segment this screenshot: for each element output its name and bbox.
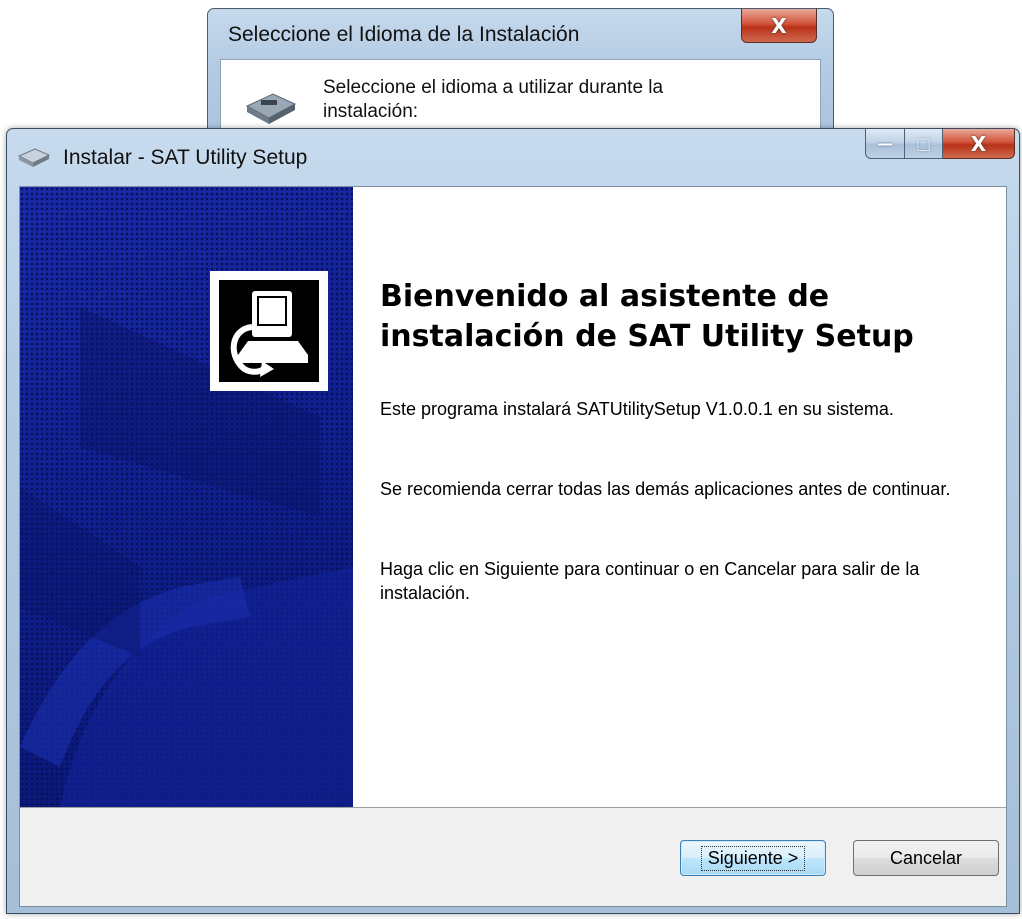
close-button[interactable]: X: [943, 129, 1015, 159]
cancel-button[interactable]: Cancelar: [853, 840, 999, 876]
welcome-paragraph: Se recomienda cerrar todas las demás apl…: [380, 479, 951, 499]
language-dialog-close-button[interactable]: X: [741, 9, 817, 43]
installer-client-area: Bienvenido al asistente de instalación d…: [19, 186, 1007, 907]
next-button-label: Siguiente >: [700, 845, 806, 871]
maximize-button[interactable]: □: [905, 129, 943, 159]
wizard-button-bar: Siguiente > Cancelar: [20, 807, 1006, 906]
installer-app-icon: [17, 147, 51, 173]
installer-disk-icon: [243, 88, 297, 132]
computer-install-icon: [230, 291, 308, 377]
welcome-paragraph: Haga clic en Siguiente para continuar o …: [380, 559, 920, 603]
maximize-icon: □: [915, 134, 932, 153]
wizard-banner: [20, 187, 353, 807]
minimize-button[interactable]: —: [865, 129, 905, 159]
welcome-heading: Bienvenido al asistente de instalación d…: [380, 279, 914, 354]
cancel-button-label: Cancelar: [889, 847, 963, 868]
installer-window-title: Instalar - SAT Utility Setup: [63, 146, 308, 169]
installer-window: Instalar - SAT Utility Setup — □ X Bienv…: [6, 128, 1020, 914]
welcome-paragraph: Este programa instalará SATUtilitySetup …: [380, 399, 894, 419]
computer-install-logo: [210, 271, 328, 391]
language-dialog-prompt: Seleccione el idioma a utilizar durante …: [323, 77, 664, 122]
installer-titlebar[interactable]: Instalar - SAT Utility Setup — □ X: [7, 129, 1019, 185]
caption-buttons: — □ X: [865, 129, 1015, 159]
next-button[interactable]: Siguiente >: [680, 840, 826, 876]
close-icon: X: [970, 131, 987, 156]
minimize-icon: —: [877, 134, 893, 153]
close-icon: X: [771, 13, 787, 38]
language-dialog-title: Seleccione el Idioma de la Instalación: [228, 23, 580, 46]
